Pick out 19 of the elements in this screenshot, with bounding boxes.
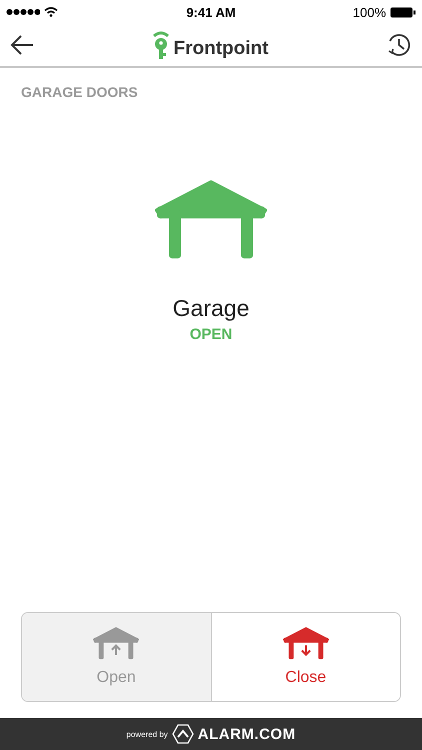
close-door-button[interactable]: Close (210, 613, 400, 701)
wifi-icon (44, 7, 58, 17)
brand-name: Frontpoint (174, 38, 268, 60)
door-status: OPEN (190, 326, 232, 343)
footer-brand: ALARM.COM (198, 726, 296, 742)
logo-icon (172, 723, 194, 745)
door-name: Garage (172, 294, 250, 322)
back-icon[interactable] (10, 35, 34, 55)
garage-icon (282, 627, 329, 661)
history-icon[interactable] (386, 32, 412, 58)
section-title: GARAGE DOORS (20, 83, 139, 100)
battery-percent: 100% (352, 4, 386, 20)
garage-icon (155, 180, 267, 261)
signal-icon (6, 8, 40, 16)
battery-icon (390, 6, 416, 18)
powered-by-text: powered by (126, 730, 168, 738)
garage-icon (93, 627, 140, 661)
key-logo-icon (152, 30, 170, 60)
status-time: 9:41 AM (186, 4, 236, 20)
